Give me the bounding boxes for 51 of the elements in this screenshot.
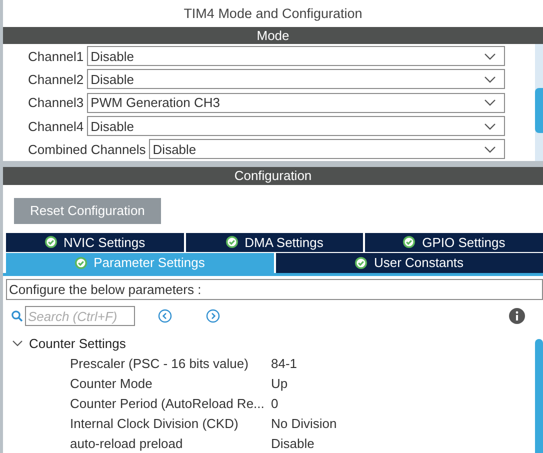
chevron-down-icon [484,99,496,106]
chevron-down-icon[interactable] [12,338,23,348]
parameter-value[interactable]: 0 [271,396,535,410]
parameter-value[interactable]: Disable [271,436,535,450]
chevron-down-icon [484,76,496,83]
parameter-value[interactable]: 84-1 [271,356,535,370]
check-icon [403,236,416,248]
chevron-down-icon [484,122,496,130]
search-field[interactable]: Search (Ctrl+F) [25,306,135,326]
channel-select[interactable]: Disable [148,139,505,160]
settings-tab[interactable]: GPIO Settings [365,232,543,252]
select-value: Disable [152,142,198,157]
check-icon [354,256,367,269]
channel-select[interactable]: Disable [86,116,505,136]
channel-select[interactable]: PWM Generation CH3 [86,92,505,113]
description-text: Configure the below parameters : [6,278,543,300]
settings-tab[interactable]: DMA Settings [186,232,364,252]
channel-select[interactable]: Disable [86,69,505,90]
parameter-name: Internal Clock Division (CKD) [70,416,240,430]
select-value: Disable [90,118,136,134]
section-header: Configuration [3,167,543,185]
section-header: Mode [3,26,543,44]
settings-tab[interactable]: NVIC Settings [6,232,184,252]
select-value: Disable [90,72,136,87]
channel-select[interactable]: Disable [86,46,505,66]
search-icon [11,310,23,322]
parameter-name: Counter Mode [70,376,154,390]
group-label: Counter Settings [29,336,126,350]
info-icon[interactable] [509,308,525,324]
select-value: PWM Generation CH3 [90,95,221,110]
chevron-down-icon [484,52,496,60]
settings-tab[interactable]: User Constants [276,252,543,273]
previous-icon[interactable] [158,309,172,324]
channel-label: Channel3 [28,95,84,110]
parameter-name: Counter Period (AutoReload Re... [70,396,266,410]
window-title: TIM4 Mode and Configuration [182,4,364,23]
select-value: Disable [90,48,136,64]
parameter-name: Prescaler (PSC - 16 bits value) [70,356,250,370]
check-icon [44,236,56,248]
parameter-value[interactable]: No Division [271,416,535,430]
next-icon[interactable] [206,309,220,324]
check-icon [226,236,238,248]
parameter-name: auto-reload preload [70,436,184,450]
channel-label: Channel2 [28,72,84,87]
channel-label: Channel4 [28,118,84,134]
channel-label: Channel1 [28,48,84,64]
check-icon [74,256,87,269]
chevron-down-icon [484,146,496,153]
scrollbar[interactable] [535,44,543,162]
parameter-value[interactable]: Up [271,376,535,390]
channel-label: Combined Channels [28,142,146,157]
